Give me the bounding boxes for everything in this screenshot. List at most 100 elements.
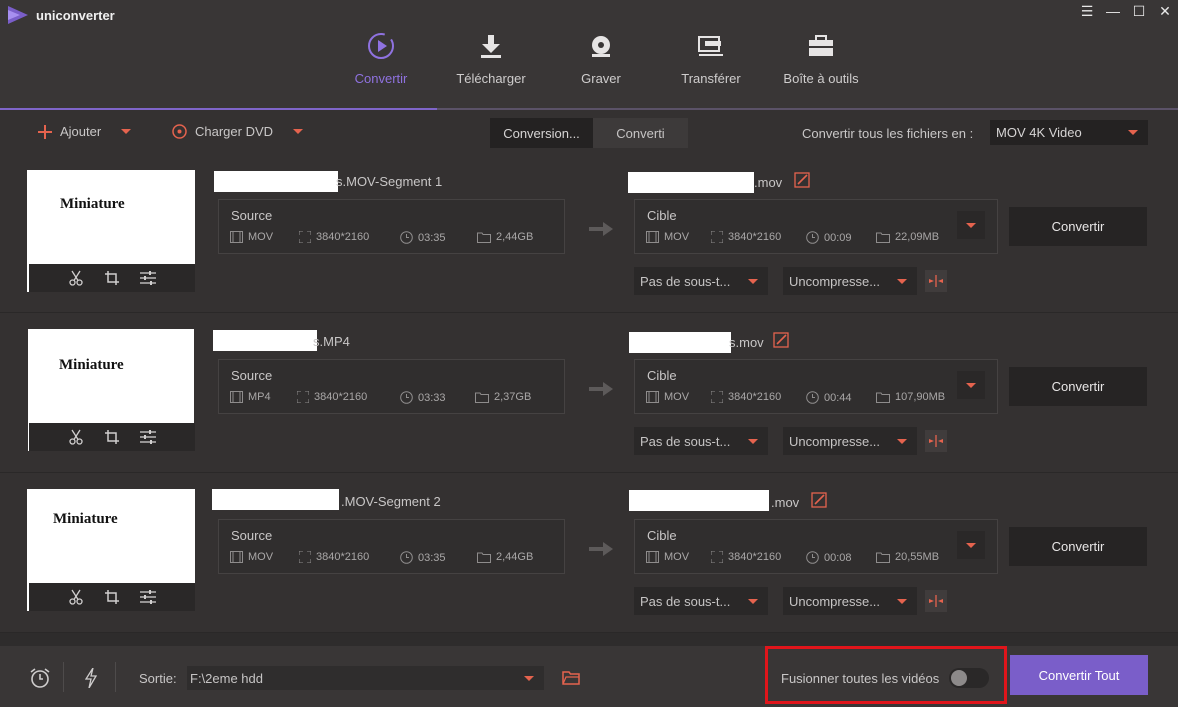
target-settings-dropdown[interactable] — [957, 531, 985, 559]
scissors-icon[interactable] — [68, 429, 84, 445]
source-duration: 03:35 — [400, 551, 446, 564]
tab-converted[interactable]: Converti — [593, 118, 688, 148]
edit-icon[interactable] — [794, 172, 810, 188]
subtitle-select[interactable]: Pas de sous-t... — [634, 587, 768, 615]
edit-icon[interactable] — [773, 332, 789, 348]
source-format: MOV — [230, 551, 273, 563]
tab-converting[interactable]: Conversion... — [490, 118, 593, 148]
alarm-clock-icon[interactable] — [29, 667, 51, 689]
resolution-icon — [299, 231, 311, 243]
target-filename: s.mov — [729, 335, 764, 350]
divider — [63, 662, 64, 692]
crop-icon[interactable] — [104, 589, 120, 605]
subtitle-select[interactable]: Pas de sous-t... — [634, 427, 768, 455]
audio-select[interactable]: Uncompresse... — [783, 427, 917, 455]
redacted-filename — [213, 330, 317, 351]
tab-boite-a-outils[interactable]: Boîte à outils — [766, 30, 876, 110]
subtitle-select[interactable]: Pas de sous-t... — [634, 267, 768, 295]
crop-icon[interactable] — [104, 270, 120, 286]
app-logo-icon — [8, 6, 28, 24]
load-dvd-label: Charger DVD — [195, 124, 274, 139]
film-icon — [230, 551, 243, 563]
target-settings-dropdown[interactable] — [957, 211, 985, 239]
tab-convertir[interactable]: Convertir — [326, 30, 436, 110]
video-thumbnail[interactable]: Miniature — [27, 489, 195, 611]
film-icon — [230, 231, 243, 243]
audio-select[interactable]: Uncompresse... — [783, 267, 917, 295]
convert-all-button[interactable]: Convertir Tout — [1010, 655, 1148, 695]
close-icon[interactable]: ✕ — [1158, 3, 1172, 19]
file-row: Miniature s.MOV-Segment 1 Source MOV 384… — [0, 153, 1178, 313]
target-format: MOV — [646, 391, 689, 403]
merge-all-toggle[interactable] — [949, 668, 989, 688]
minimize-icon[interactable]: — — [1106, 3, 1120, 19]
source-size: 2,37GB — [475, 391, 531, 403]
maximize-icon[interactable]: ☐ — [1132, 3, 1146, 19]
clock-icon — [806, 391, 819, 404]
source-resolution: 3840*2160 — [299, 231, 369, 243]
plus-icon — [38, 124, 52, 139]
effects-settings-icon[interactable] — [140, 429, 156, 445]
status-tabs: Conversion... Converti — [490, 118, 688, 148]
target-settings-dropdown[interactable] — [957, 371, 985, 399]
tab-transferer[interactable]: Transférer — [656, 30, 766, 110]
folder-icon — [876, 552, 890, 563]
arrow-right-icon — [589, 542, 613, 556]
divider — [115, 662, 116, 692]
target-duration: 00:08 — [806, 551, 852, 564]
merge-icon[interactable] — [925, 430, 947, 452]
load-dvd-button[interactable]: Charger DVD — [172, 124, 304, 139]
chevron-down-icon[interactable] — [293, 129, 304, 134]
effects-settings-icon[interactable] — [140, 589, 156, 605]
window-controls: ☰ — ☐ ✕ — [1080, 3, 1172, 20]
tab-label: Graver — [581, 71, 621, 86]
video-thumbnail[interactable]: Miniature — [28, 329, 195, 451]
clock-icon — [806, 551, 819, 564]
edit-icon[interactable] — [811, 492, 827, 508]
lightning-icon[interactable] — [80, 667, 102, 689]
add-button[interactable]: Ajouter — [38, 124, 132, 139]
merge-all-label: Fusionner toutes les vidéos — [781, 671, 940, 686]
transfer-icon — [695, 30, 727, 62]
chevron-down-icon — [966, 382, 976, 388]
convert-button[interactable]: Convertir — [1009, 527, 1147, 566]
effects-settings-icon[interactable] — [140, 270, 156, 286]
target-format: MOV — [646, 231, 689, 243]
file-row: Miniature s.MP4 Source MP4 3840*2160 03:… — [0, 313, 1178, 473]
resolution-icon — [711, 231, 723, 243]
toggle-knob — [951, 670, 967, 686]
target-size: 107,90MB — [876, 391, 945, 403]
menu-icon[interactable]: ☰ — [1080, 3, 1094, 19]
merge-icon[interactable] — [925, 270, 947, 292]
crop-icon[interactable] — [104, 429, 120, 445]
scissors-icon[interactable] — [68, 270, 84, 286]
open-folder-icon[interactable] — [562, 670, 580, 686]
source-size: 2,44GB — [477, 551, 533, 563]
chevron-down-icon[interactable] — [121, 129, 132, 134]
thumbnail-tools — [29, 264, 195, 292]
convert-button[interactable]: Convertir — [1009, 367, 1147, 406]
source-size: 2,44GB — [477, 231, 533, 243]
tab-graver[interactable]: Graver — [546, 30, 656, 110]
redacted-filename — [214, 171, 338, 192]
audio-select[interactable]: Uncompresse... — [783, 587, 917, 615]
target-format: MOV — [646, 551, 689, 563]
merge-icon[interactable] — [925, 590, 947, 612]
source-filename: s.MOV-Segment 1 — [336, 174, 443, 189]
chevron-down-icon — [524, 676, 534, 681]
output-format-select[interactable]: MOV 4K Video — [990, 120, 1148, 145]
clock-icon — [400, 231, 413, 244]
tab-telecharger[interactable]: Télécharger — [436, 30, 546, 110]
scissors-icon[interactable] — [68, 589, 84, 605]
chevron-down-icon — [748, 599, 758, 604]
convert-button[interactable]: Convertir — [1009, 207, 1147, 246]
add-label: Ajouter — [60, 124, 102, 139]
folder-icon — [475, 392, 489, 403]
target-filename: .mov — [771, 495, 800, 510]
output-path-select[interactable]: F:\2eme hdd — [187, 666, 544, 690]
convert-icon — [365, 30, 397, 62]
target-panel: Cible MOV 3840*2160 00:08 20,55MB — [634, 519, 998, 574]
redacted-filename — [629, 490, 769, 511]
video-thumbnail[interactable]: Miniature — [27, 170, 195, 292]
folder-icon — [477, 552, 491, 563]
